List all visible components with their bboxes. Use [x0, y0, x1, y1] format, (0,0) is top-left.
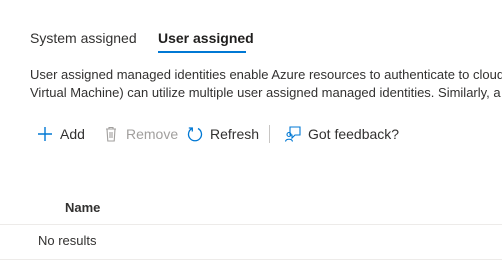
selected-tab-indicator — [158, 51, 246, 53]
empty-state-text: No results — [38, 233, 97, 248]
refresh-icon — [186, 125, 204, 143]
tab-user-assigned[interactable]: User assigned — [158, 28, 254, 48]
feedback-button-label: Got feedback? — [308, 126, 400, 142]
add-button-label: Add — [60, 126, 85, 142]
column-header-name[interactable]: Name — [65, 200, 100, 215]
table-row: No results — [0, 225, 502, 260]
tab-bar: System assigned User assigned — [0, 0, 502, 60]
feedback-icon — [284, 125, 302, 143]
toolbar-divider — [269, 125, 270, 143]
tab-system-assigned[interactable]: System assigned — [30, 28, 137, 48]
refresh-button[interactable]: Refresh — [186, 122, 259, 146]
add-button[interactable]: Add — [36, 122, 85, 146]
description-text: User assigned managed identities enable … — [30, 66, 502, 102]
command-bar: Add Remove Refresh Got feedback? — [36, 122, 502, 146]
description-line-2: Virtual Machine) can utilize multiple us… — [30, 85, 502, 100]
grid-header: Name — [0, 190, 502, 225]
plus-icon — [36, 125, 54, 143]
description-line-1: User assigned managed identities enable … — [30, 67, 502, 82]
remove-button[interactable]: Remove — [102, 122, 178, 146]
trash-icon — [102, 125, 120, 143]
refresh-button-label: Refresh — [210, 126, 260, 142]
remove-button-label: Remove — [126, 126, 179, 142]
feedback-button[interactable]: Got feedback? — [284, 122, 399, 146]
